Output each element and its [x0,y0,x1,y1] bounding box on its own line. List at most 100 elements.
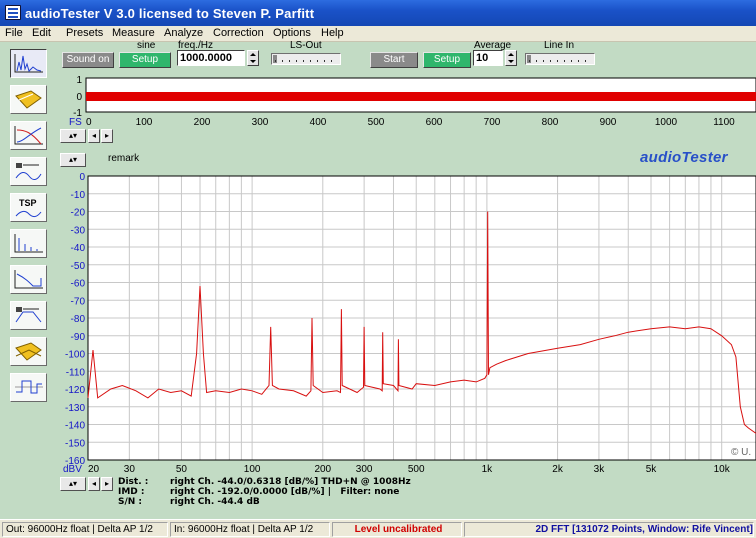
y-tick-label: -110 [66,367,86,378]
menu-item-help[interactable]: Help [321,27,344,39]
remark-zoom-button[interactable]: ▴▾ [60,153,86,167]
menu-item-options[interactable]: Options [273,27,311,39]
sn-value: right Ch. -44.4 dB [170,497,260,507]
sidebar-button-spectrum-fft[interactable] [10,49,47,78]
level-meter-x-tick: 900 [600,117,617,128]
x-tick-label: 30 [124,464,136,475]
svg-text:TSP: TSP [19,198,37,208]
sidebar-button-frequency-response[interactable] [10,121,47,150]
status-level: Level uncalibrated [332,522,462,537]
x-tick-label: 2k [552,464,564,475]
menu-item-correction[interactable]: Correction [213,27,264,39]
level-meter-x-tick: 500 [368,117,385,128]
level-meter-x-tick: 100 [136,117,153,128]
remark-controls: ▴▾ [60,153,88,167]
y-tick-label: -80 [71,314,86,325]
level-meter-x-tick: 1000 [655,117,678,128]
menu-item-presets[interactable]: Presets [66,27,103,39]
x-tick-label: 5k [646,464,658,475]
spectrum-graph[interactable]: 0 -10 -20 -30 -40 -50 -60 -70 -80 -90 -100 -110 -120… [58,168,756,476]
sidebar-button-filter-response[interactable] [10,301,47,330]
level-meter-x-axis: 0 100 200 300 400 500 600 700 800 900 1000 1100 [86,117,735,128]
level-meter-x-tick: 300 [252,117,269,128]
sidebar-button-step-response[interactable] [10,265,47,294]
level-scroll-right-button[interactable]: ▸ [101,129,113,143]
tool-sidebar: TSP [0,42,58,518]
x-tick-label: 50 [176,464,188,475]
graph-scroll-right-button[interactable]: ▸ [101,477,113,491]
y-tick-label: -30 [71,225,86,236]
sidebar-button-presets-folder[interactable] [10,85,47,114]
line-in-slider[interactable] [525,53,595,65]
generator-setup-button[interactable]: Setup [119,52,171,68]
y-tick-label: -140 [65,421,85,432]
title-bar[interactable]: audioTester V 3.0 licensed to Steven P. … [0,0,756,26]
fs-label: FS [69,117,82,128]
y-tick-label: -90 [71,332,86,343]
level-zoom-button[interactable]: ▴▾ [60,129,86,143]
level-meter-y-axis: 10-1 [73,75,82,119]
imd-label: IMD : [118,487,145,497]
sidebar-button-open-folder[interactable] [10,337,47,366]
graph-scroll-controls: ▴▾ ◂ ▸ [60,477,116,491]
x-tick-label: 3k [594,464,606,475]
level-meter-x-tick: 600 [426,117,443,128]
x-tick-label: 10k [714,464,731,475]
y-tick-label: -150 [65,438,85,449]
level-meter-x-tick: 700 [484,117,501,128]
y-tick-label: -10 [71,190,86,201]
graph-x-axis: 20 30 50 100 200 300 500 1k 2k 3k 5k 10k [88,464,731,475]
graph-y-axis: 0 -10 -20 -30 -40 -50 -60 -70 -80 -90 -100 -110 -120… [65,172,85,467]
sidebar-button-square-wave[interactable] [10,373,47,402]
graph-scroll-left-button[interactable]: ◂ [88,477,100,491]
x-tick-label: 500 [408,464,425,475]
menu-item-analyze[interactable]: Analyze [164,27,203,39]
level-meter-y-tick: 1 [76,75,82,86]
y-tick-label: 0 [79,172,85,183]
menu-item-edit[interactable]: Edit [32,27,51,39]
level-meter-x-tick: 200 [194,117,211,128]
average-input[interactable]: 10 [473,50,503,66]
y-tick-label: -70 [71,296,86,307]
level-scroll-controls: ▴▾ ◂ ▸ [60,129,116,143]
level-meter-x-tick: 0 [86,117,92,128]
window-title: audioTester V 3.0 licensed to Steven P. … [25,6,315,21]
level-scroll-left-button[interactable]: ◂ [88,129,100,143]
graph-zoom-button[interactable]: ▴▾ [60,477,86,491]
distortion-label: Dist. : [118,477,149,487]
average-spinner[interactable] [505,50,517,66]
menu-item-measure[interactable]: Measure [112,27,155,39]
level-meter-y-tick: 0 [76,92,82,103]
menu-bar: File Edit Presets Measure Analyze Correction O… [0,26,756,42]
y-tick-label: -60 [71,279,86,290]
analyzer-setup-button[interactable]: Setup [423,52,471,68]
line-in-label: Line In [544,40,575,51]
status-fft: 2D FFT [131072 Points, Window: Rife Vinc… [464,522,754,537]
y-tick-label: -100 [65,350,85,361]
sound-on-button[interactable]: Sound on [62,52,114,68]
status-output: Out: 96000Hz float | Delta AP 1/2 [2,522,168,537]
start-button[interactable]: Start [370,52,418,68]
y-tick-label: -50 [71,261,86,272]
ls-out-slider[interactable] [271,53,341,65]
sidebar-button-distortion[interactable] [10,229,47,258]
status-input: In: 96000Hz float | Delta AP 1/2 [170,522,330,537]
sidebar-button-tsp[interactable]: TSP [10,193,47,222]
generator-type-label: sine [137,40,156,51]
remark-label: remark [108,153,140,164]
app-icon [5,5,21,20]
y-tick-label: -40 [71,243,86,254]
menu-item-file[interactable]: File [5,27,23,39]
ls-out-label: LS-Out [290,40,322,51]
frequency-spinner[interactable] [247,50,259,66]
frequency-input[interactable]: 1000.0000 [177,50,245,66]
copyright-label: © U. [731,447,751,458]
toolbar: Sound on sine Setup freq./Hz 1000.0000 L… [58,40,756,72]
x-tick-label: 200 [314,464,331,475]
level-meter-x-tick: 800 [542,117,559,128]
status-bar: Out: 96000Hz float | Delta AP 1/2 In: 96… [0,519,756,538]
x-tick-label: 1k [482,464,494,475]
sn-label: S/N : [118,497,143,507]
level-meter-x-tick: 400 [310,117,327,128]
sidebar-button-impedance[interactable] [10,157,47,186]
